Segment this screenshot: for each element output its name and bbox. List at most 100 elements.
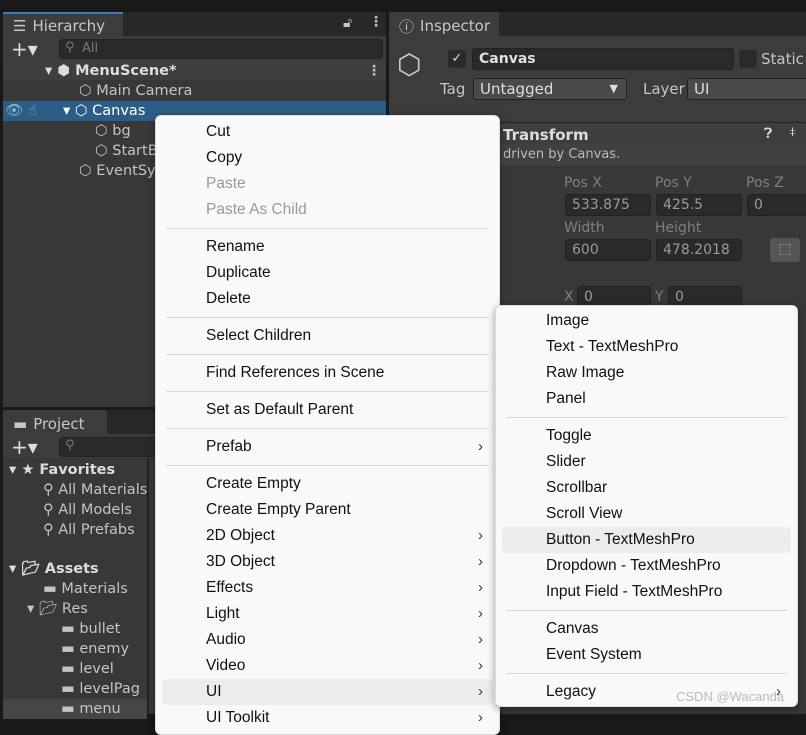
menu-item-light[interactable]: Light ›	[162, 601, 493, 627]
pos-z-field[interactable]: 0	[747, 194, 806, 216]
search-icon: ⚲	[65, 40, 75, 55]
tab-inspector[interactable]: ⓘ Inspector	[389, 12, 499, 36]
list-item[interactable]: ⬡ StartB	[95, 141, 158, 161]
list-item[interactable]: ▬ levelPag	[61, 679, 140, 699]
list-item[interactable]: ⚲ All Prefabs	[43, 520, 135, 540]
list-item[interactable]: ▬ enemy	[61, 639, 129, 659]
tag-dropdown[interactable]: Untagged ▼	[473, 78, 627, 100]
menu-item-3d-object[interactable]: 3D Object ›	[162, 549, 493, 575]
list-item[interactable]: ▬ level	[61, 659, 114, 679]
menu-item-image[interactable]: Image	[502, 308, 791, 334]
menu-item-ui[interactable]: UI ›	[162, 679, 493, 705]
menu-item-rename[interactable]: Rename	[162, 234, 493, 260]
menu-separator	[506, 673, 787, 674]
list-item[interactable]: ⚲ All Models	[43, 500, 132, 520]
menu-item-canvas[interactable]: Canvas	[502, 616, 791, 642]
static-label: Static	[761, 50, 804, 68]
scene-more-icon[interactable]: ⋮	[367, 63, 381, 79]
menu-item-toggle[interactable]: Toggle	[502, 423, 791, 449]
menu-separator	[166, 228, 489, 229]
list-item[interactable]: ⬡ bg	[95, 121, 131, 141]
chevron-right-icon: ›	[478, 438, 483, 455]
list-item[interactable]: ⚲ All Materials	[43, 480, 147, 500]
list-item[interactable]: ▬ bullet	[61, 619, 120, 639]
menu-separator	[166, 317, 489, 318]
hierarchy-search-input[interactable]: ⚲ All	[59, 39, 383, 59]
menu-item-panel[interactable]: Panel	[502, 386, 791, 412]
menu-item-delete[interactable]: Delete	[162, 286, 493, 312]
menu-item-create-empty[interactable]: Create Empty	[162, 471, 493, 497]
menu-item-scrollbar[interactable]: Scrollbar	[502, 475, 791, 501]
add-button[interactable]: +▾	[11, 435, 38, 459]
height-field[interactable]: 478.2018	[656, 239, 742, 261]
menu-item-ui-toolkit[interactable]: UI Toolkit ›	[162, 705, 493, 731]
unity-icon: ⬢	[57, 63, 70, 79]
help-icon[interactable]: ❓︎	[764, 126, 772, 142]
settings-icon[interactable]: ⧧	[789, 124, 796, 140]
more-icon[interactable]: ⋮	[369, 14, 383, 30]
chevron-down-icon: ▼	[609, 82, 618, 95]
menu-item-event-system[interactable]: Event System	[502, 642, 791, 668]
folder-icon: ▬	[13, 415, 28, 433]
chevron-right-icon: ›	[478, 657, 483, 674]
visibility-icon[interactable]: 👁︎ ☝︎	[5, 101, 37, 121]
list-item[interactable]: ▬ menu	[3, 699, 147, 719]
menu-separator	[166, 354, 489, 355]
menu-item-scroll-view[interactable]: Scroll View	[502, 501, 791, 527]
assets-item[interactable]: ▾ 📂︎ Assets	[9, 559, 99, 579]
menu-separator	[166, 391, 489, 392]
menu-item-2d-object[interactable]: 2D Object ›	[162, 523, 493, 549]
list-item[interactable]: ▾ 📂︎ Res	[27, 599, 88, 619]
blueprint-button[interactable]: ⬚	[770, 238, 800, 262]
tab-project[interactable]: ▬ Project	[3, 410, 107, 434]
menu-item-effects[interactable]: Effects ›	[162, 575, 493, 601]
menu-item-paste[interactable]: Paste	[162, 171, 493, 197]
chevron-right-icon: ›	[478, 579, 483, 596]
menu-item-find-references-in-scene[interactable]: Find References in Scene	[162, 360, 493, 386]
static-checkbox[interactable]	[739, 50, 757, 68]
tab-hierarchy[interactable]: ☰ Hierarchy	[3, 12, 123, 36]
pos-y-field[interactable]: 425.5	[656, 194, 742, 216]
menu-separator	[166, 465, 489, 466]
list-item[interactable]: ⬡ EventSy	[79, 161, 156, 181]
pos-x-field[interactable]: 533.875	[565, 194, 651, 216]
menu-item-paste-as-child[interactable]: Paste As Child	[162, 197, 493, 223]
name-field[interactable]: Canvas	[472, 48, 734, 70]
menu-item-set-as-default-parent[interactable]: Set as Default Parent	[162, 397, 493, 423]
menu-item-copy[interactable]: Copy	[162, 145, 493, 171]
menu-item-dropdown-textmeshpro[interactable]: Dropdown - TextMeshPro	[502, 553, 791, 579]
gameobject-icon[interactable]: ⬡	[397, 48, 421, 81]
menu-item-input-field-textmeshpro[interactable]: Input Field - TextMeshPro	[502, 579, 791, 605]
chevron-right-icon: ›	[478, 709, 483, 726]
list-item[interactable]: ▾ ⬡ Canvas	[63, 101, 145, 121]
chevron-right-icon: ›	[478, 605, 483, 622]
menu-item-duplicate[interactable]: Duplicate	[162, 260, 493, 286]
chevron-right-icon: ›	[478, 683, 483, 700]
menu-item-raw-image[interactable]: Raw Image	[502, 360, 791, 386]
menu-item-button-textmeshpro[interactable]: Button - TextMeshPro	[502, 527, 791, 553]
menu-item-slider[interactable]: Slider	[502, 449, 791, 475]
menu-item-text-textmeshpro[interactable]: Text - TextMeshPro	[502, 334, 791, 360]
list-item[interactable]: ⬡ Main Camera	[79, 81, 192, 101]
layer-dropdown[interactable]: UI	[687, 78, 806, 100]
menu-item-prefab[interactable]: Prefab ›	[162, 434, 493, 460]
active-checkbox[interactable]: ✓	[448, 50, 466, 68]
add-button[interactable]: +▾	[11, 37, 38, 61]
menu-separator	[166, 428, 489, 429]
component-title: Transform	[503, 126, 589, 144]
list-item[interactable]: ▬ Materials	[43, 579, 128, 599]
chevron-right-icon: ›	[478, 553, 483, 570]
width-field[interactable]: 600	[565, 239, 651, 261]
favorites-item[interactable]: ▾ ★ Favorites	[9, 460, 115, 480]
lock-icon[interactable]: 🔓︎	[343, 15, 352, 31]
menu-separator	[506, 610, 787, 611]
scene-row[interactable]: ▾ ⬢ MenuScene*	[45, 61, 177, 81]
watermark: CSDN @Wacanda	[676, 689, 785, 704]
menu-item-select-children[interactable]: Select Children	[162, 323, 493, 349]
chevron-right-icon: ›	[478, 527, 483, 544]
menu-item-cut[interactable]: Cut	[162, 119, 493, 145]
menu-item-video[interactable]: Video ›	[162, 653, 493, 679]
menu-item-audio[interactable]: Audio ›	[162, 627, 493, 653]
menu-item-create-empty-parent[interactable]: Create Empty Parent	[162, 497, 493, 523]
ui-submenu: Image Text - TextMeshPro Raw Image Panel Tog…	[495, 305, 798, 707]
